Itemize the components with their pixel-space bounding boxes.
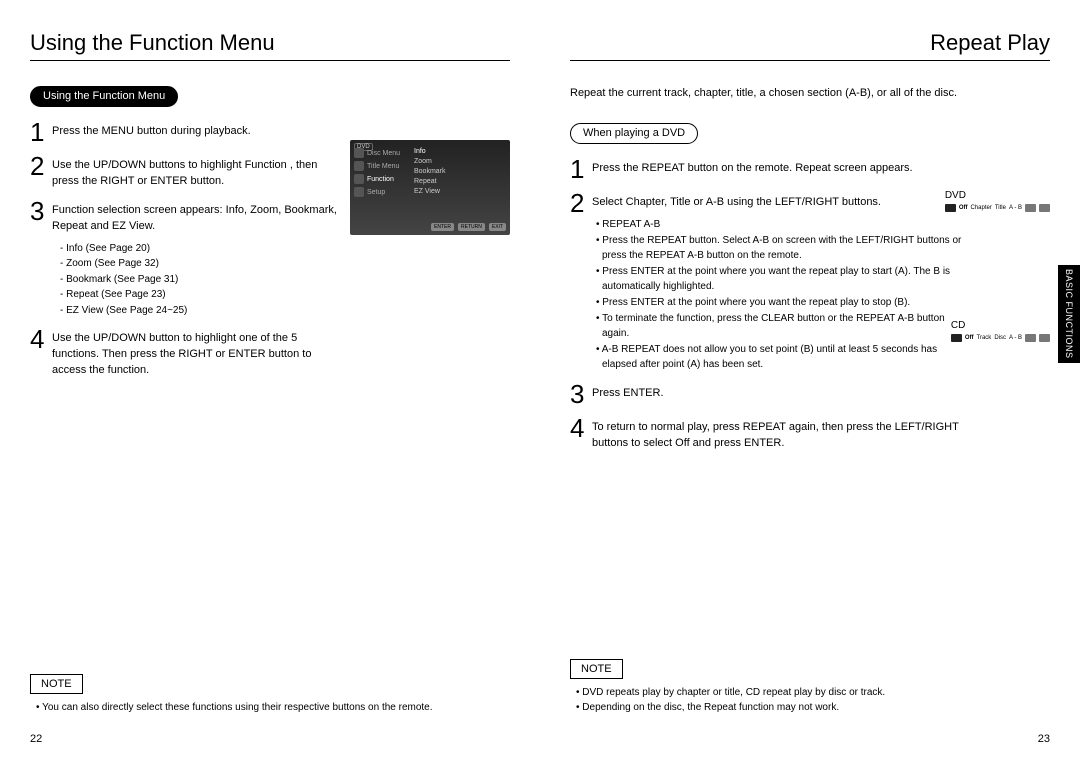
step-text: To return to normal play, press REPEAT a… <box>592 415 970 452</box>
section-pill-function-menu: Using the Function Menu <box>30 86 178 107</box>
step-sublist: Info (See Page 20) Zoom (See Page 32) Bo… <box>60 241 340 319</box>
enter-icon <box>1039 204 1050 212</box>
bar-label-dvd: DVD <box>945 190 1050 201</box>
side-tab-label: BASIC FUNCTIONS <box>1064 269 1074 359</box>
illus-right-menu: Info Zoom Bookmark Repeat EZ View <box>414 148 446 198</box>
title-row-right: Repeat Play <box>570 30 1050 61</box>
bar-label-cd: CD <box>951 320 1050 331</box>
step-text: Press the MENU button during playback. <box>52 119 251 140</box>
step-number: 2 <box>570 190 592 216</box>
menu-icon <box>354 187 364 197</box>
illus-btn-exit: EXIT <box>489 223 506 231</box>
right-page: Repeat Play Repeat the current track, ch… <box>540 0 1080 763</box>
intro-text: Repeat the current track, chapter, title… <box>570 86 1050 101</box>
step-text: Press ENTER. <box>592 381 664 402</box>
step-3: 3 Press ENTER. <box>570 381 970 407</box>
note-list: DVD repeats play by chapter or title, CD… <box>570 685 1050 715</box>
repeat-bar-cd: CD Off Track Disc A - B <box>951 320 1050 344</box>
title-row-left: Using the Function Menu <box>30 30 510 61</box>
step-3: 3 Function selection screen appears: Inf… <box>30 198 340 318</box>
step-2: 2 Use the UP/DOWN buttons to highlight F… <box>30 153 340 190</box>
step-4: 4 Use the UP/DOWN button to highlight on… <box>30 326 340 379</box>
step-2: 2 Select Chapter, Title or A-B using the… <box>570 190 970 373</box>
side-tab-basic-functions: BASIC FUNCTIONS <box>1058 265 1080 363</box>
step-number: 2 <box>30 153 52 179</box>
step-text: Function selection screen appears: Info,… <box>52 198 340 318</box>
repeat-icon <box>951 334 962 342</box>
step-number: 1 <box>570 156 592 182</box>
step-number: 3 <box>570 381 592 407</box>
menu-icon <box>354 174 364 184</box>
ab-icon <box>1025 334 1036 342</box>
enter-icon <box>1039 334 1050 342</box>
step-number: 4 <box>30 326 52 352</box>
step-text: Select Chapter, Title or A-B using the L… <box>592 190 970 373</box>
step-1: 1 Press the REPEAT button on the remote.… <box>570 156 970 182</box>
page-title-left: Using the Function Menu <box>30 30 275 56</box>
illus-btn-enter: ENTER <box>431 223 454 231</box>
page-number-right: 23 <box>1038 733 1050 745</box>
section-pill-when-playing-dvd: When playing a DVD <box>570 123 698 144</box>
note-label: NOTE <box>570 659 623 679</box>
step-text: Use the UP/DOWN buttons to highlight Fun… <box>52 153 340 190</box>
illus-left-menu: Disc Menu Title Menu Function Setup <box>354 148 408 200</box>
note-label: NOTE <box>30 674 83 694</box>
step-text: Press the REPEAT button on the remote. R… <box>592 156 913 177</box>
repeat-bar-dvd: DVD Off Chapter Title A - B <box>945 190 1050 214</box>
step-1: 1 Press the MENU button during playback. <box>30 119 340 145</box>
menu-icon <box>354 148 364 158</box>
menu-icon <box>354 161 364 171</box>
step-number: 4 <box>570 415 592 441</box>
page-number-left: 22 <box>30 733 42 745</box>
page-title-right: Repeat Play <box>930 30 1050 56</box>
step-text: Use the UP/DOWN button to highlight one … <box>52 326 340 379</box>
step-number: 1 <box>30 119 52 145</box>
note-area-left: NOTE You can also directly select these … <box>30 674 510 715</box>
step-4: 4 To return to normal play, press REPEAT… <box>570 415 970 452</box>
step-number: 3 <box>30 198 52 224</box>
step-bullets: REPEAT A-B Press the REPEAT button. Sele… <box>596 217 970 372</box>
ab-icon <box>1025 204 1036 212</box>
left-page: Using the Function Menu Using the Functi… <box>0 0 540 763</box>
note-list: You can also directly select these funct… <box>30 700 510 715</box>
repeat-icon <box>945 204 956 212</box>
illus-buttons: ENTER RETURN EXIT <box>431 223 506 231</box>
illus-btn-return: RETURN <box>458 223 485 231</box>
note-area-right: NOTE DVD repeats play by chapter or titl… <box>570 659 1050 715</box>
onscreen-menu-illustration: DVD Disc Menu Title Menu Function Setup … <box>350 140 510 235</box>
